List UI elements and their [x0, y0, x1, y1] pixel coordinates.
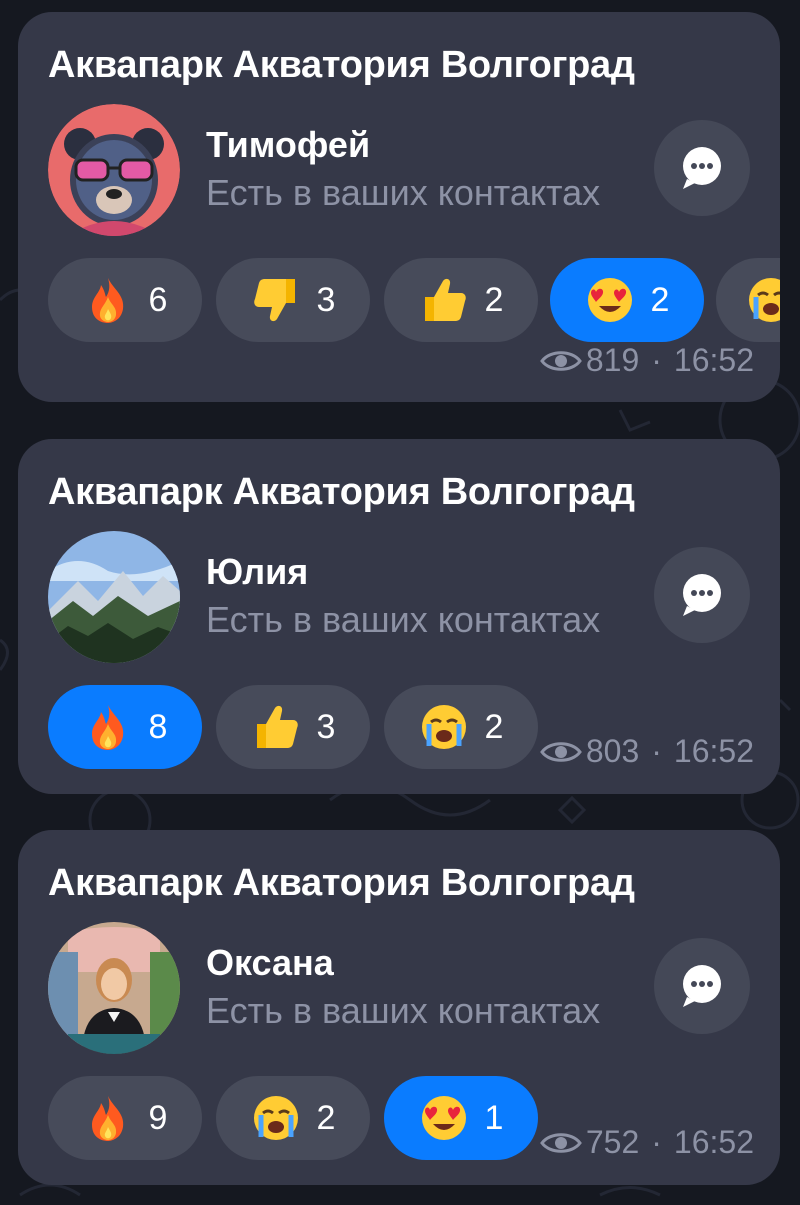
- reaction-count: 2: [484, 707, 504, 746]
- user-name: Оксана: [206, 942, 334, 983]
- reaction-chip[interactable]: 1: [384, 1076, 538, 1160]
- comment-button[interactable]: [654, 120, 750, 216]
- heart-eyes-icon: [421, 1096, 466, 1140]
- view-count: 803: [585, 733, 640, 769]
- thumbs-down-icon: [253, 279, 295, 322]
- reaction-count: 2: [650, 280, 670, 319]
- reaction-chip[interactable]: 8: [48, 685, 202, 769]
- reaction-chip[interactable]: [716, 258, 780, 342]
- crying-icon: [421, 705, 466, 749]
- crying-icon: [749, 278, 780, 322]
- comment-button[interactable]: [654, 938, 750, 1034]
- post-meta: 819 · 16:52: [540, 342, 754, 379]
- channel-title: Аквапарк Акватория Волгоград: [48, 862, 635, 904]
- reaction-count: 8: [148, 707, 168, 746]
- reaction-count: 3: [316, 707, 336, 746]
- reaction-chip[interactable]: 2: [216, 1076, 370, 1160]
- separator: ·: [651, 733, 662, 769]
- user-name: Тимофей: [206, 124, 371, 165]
- post-time: 16:52: [673, 342, 754, 378]
- reaction-chip[interactable]: 2: [384, 685, 538, 769]
- reaction-chip[interactable]: 2: [384, 258, 538, 342]
- thumbs-up-icon: [256, 705, 298, 748]
- eye-icon: [540, 350, 582, 371]
- eye-icon: [540, 741, 582, 762]
- reaction-count: 6: [148, 280, 168, 319]
- reaction-count: 2: [316, 1098, 336, 1137]
- eye-icon: [540, 1132, 582, 1153]
- chat-bubble-icon: [683, 965, 721, 1007]
- fire-icon: [91, 278, 123, 323]
- channel-post-card[interactable]: Аквапарк Акватория Волгоград Тимофей Ест…: [18, 12, 780, 402]
- chat-bubble-icon: [683, 574, 721, 616]
- reaction-chip[interactable]: 6: [48, 258, 202, 342]
- chat-bubble-icon: [683, 147, 721, 189]
- user-status: Есть в ваших контактах: [206, 172, 601, 213]
- avatar[interactable]: [48, 104, 180, 236]
- separator: ·: [651, 342, 662, 378]
- comment-button[interactable]: [654, 547, 750, 643]
- user-status: Есть в ваших контактах: [206, 990, 601, 1031]
- post-meta: 752 · 16:52: [540, 1124, 754, 1161]
- reaction-chip[interactable]: 3: [216, 685, 370, 769]
- avatar[interactable]: [48, 531, 180, 663]
- reaction-chip[interactable]: 2: [550, 258, 704, 342]
- reaction-count: 9: [148, 1098, 168, 1137]
- heart-eyes-icon: [587, 278, 632, 322]
- user-name: Юлия: [206, 551, 309, 592]
- fire-icon: [91, 1096, 123, 1141]
- post-time: 16:52: [673, 733, 754, 769]
- avatar[interactable]: [48, 922, 180, 1054]
- reaction-chip[interactable]: 9: [48, 1076, 202, 1160]
- reaction-count: 3: [316, 280, 336, 319]
- user-status: Есть в ваших контактах: [206, 599, 601, 640]
- channel-title: Аквапарк Акватория Волгоград: [48, 471, 635, 513]
- crying-icon: [253, 1096, 298, 1140]
- reaction-chip[interactable]: 3: [216, 258, 370, 342]
- fire-icon: [91, 705, 123, 750]
- reaction-count: 1: [484, 1098, 504, 1137]
- channel-post-card[interactable]: Аквапарк Акватория Волгоград Оксана Есть…: [18, 830, 780, 1185]
- channel-post-card[interactable]: Аквапарк Акватория Волгоград Юлия Есть в…: [18, 439, 780, 794]
- channel-title: Аквапарк Акватория Волгоград: [48, 44, 635, 86]
- thumbs-up-icon: [424, 278, 466, 321]
- post-meta: 803 · 16:52: [540, 733, 754, 770]
- separator: ·: [651, 1124, 662, 1160]
- view-count: 752: [585, 1124, 640, 1160]
- reaction-count: 2: [484, 280, 504, 319]
- post-time: 16:52: [673, 1124, 754, 1160]
- view-count: 819: [585, 342, 640, 378]
